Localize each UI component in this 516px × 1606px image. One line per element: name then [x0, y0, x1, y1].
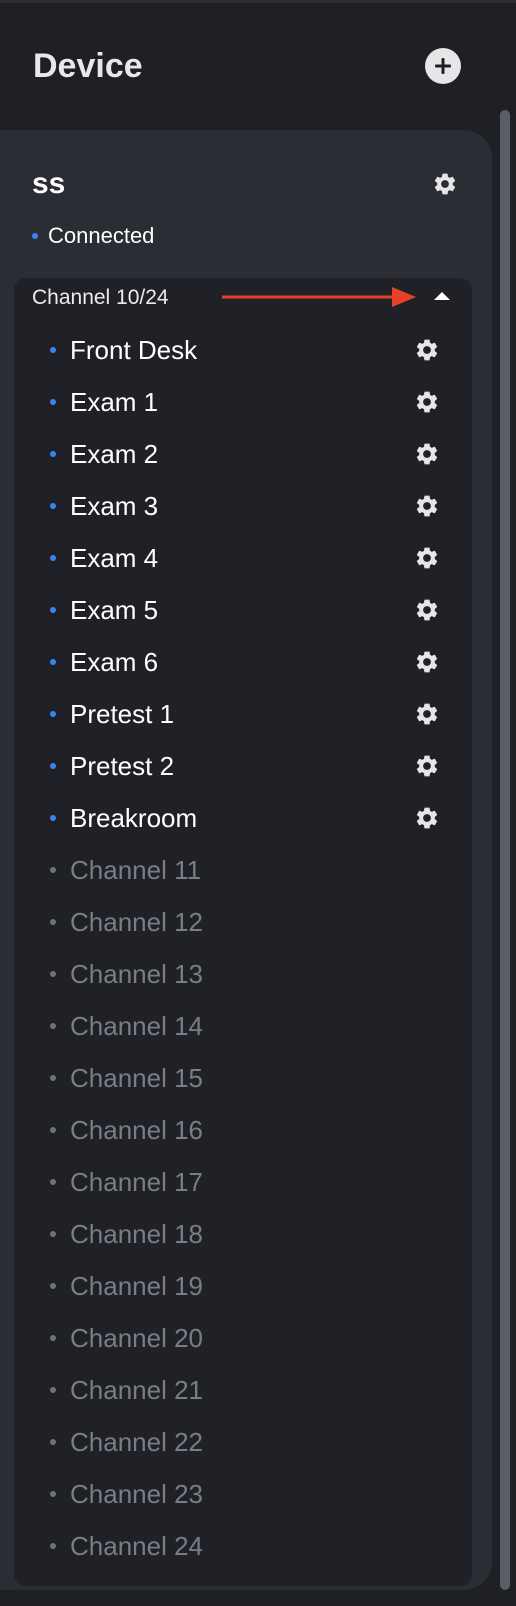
status-text: Connected: [48, 223, 155, 248]
scrollbar-thumb[interactable]: [500, 110, 510, 1590]
page-title: Device: [33, 47, 143, 85]
channel-status-dot: [50, 1179, 56, 1185]
channel-item[interactable]: Channel 14: [50, 1000, 450, 1052]
channel-status-dot: [50, 867, 56, 873]
channel-item[interactable]: Exam 6: [50, 636, 450, 688]
channel-item[interactable]: Channel 15: [50, 1052, 450, 1104]
channel-status-dot: [50, 1127, 56, 1133]
channel-settings-gear-icon[interactable]: [414, 337, 440, 363]
connection-status: Connected: [32, 222, 154, 250]
channel-settings-gear-icon[interactable]: [414, 753, 440, 779]
channel-label: Channel 22: [70, 1427, 203, 1457]
channel-item[interactable]: Channel 18: [50, 1208, 450, 1260]
channel-label: Exam 4: [70, 543, 159, 573]
channel-item[interactable]: Exam 1: [50, 376, 450, 428]
channel-label: Breakroom: [70, 803, 198, 833]
channel-settings-gear-icon[interactable]: [414, 597, 440, 623]
channel-status-dot: [50, 607, 56, 613]
channel-item[interactable]: Exam 3: [50, 480, 450, 532]
channel-label: Channel 11: [70, 855, 202, 885]
channel-label: Pretest 1: [70, 699, 175, 729]
channel-item[interactable]: Channel 20: [50, 1312, 450, 1364]
channel-item[interactable]: Channel 24: [50, 1520, 450, 1572]
channel-status-dot: [50, 399, 56, 405]
channel-status-dot: [50, 1387, 56, 1393]
channel-settings-gear-icon[interactable]: [414, 805, 440, 831]
channel-item[interactable]: Channel 17: [50, 1156, 450, 1208]
channel-item[interactable]: Exam 2: [50, 428, 450, 480]
channel-label: Channel 18: [70, 1219, 203, 1249]
status-dot: [32, 233, 38, 239]
channel-label: Channel 24: [70, 1531, 203, 1561]
channel-label: Exam 5: [70, 595, 159, 625]
channel-label: Exam 2: [70, 439, 159, 469]
channel-item[interactable]: Channel 21: [50, 1364, 450, 1416]
channel-item[interactable]: Channel 11: [50, 844, 450, 896]
channel-label: Channel 17: [70, 1167, 203, 1197]
channel-item[interactable]: Pretest 1: [50, 688, 450, 740]
channel-status-dot: [50, 1283, 56, 1289]
channel-settings-gear-icon[interactable]: [414, 701, 440, 727]
annotation-arrow-icon: [222, 287, 416, 307]
channel-status-dot: [50, 1543, 56, 1549]
channel-label: Channel 15: [70, 1063, 203, 1093]
channel-label: Exam 6: [70, 647, 159, 677]
channel-label: Channel 19: [70, 1271, 203, 1301]
channel-item[interactable]: Channel 22: [50, 1416, 450, 1468]
device-panel: Device ss Connected Channel 10/24 Front …: [0, 0, 516, 1606]
channel-item[interactable]: Channel 12: [50, 896, 450, 948]
device-name: ss: [32, 167, 66, 200]
channel-status-dot: [50, 659, 56, 665]
channel-status-dot: [50, 1335, 56, 1341]
channel-label: Pretest 2: [70, 751, 175, 781]
channel-settings-gear-icon[interactable]: [414, 649, 440, 675]
channel-item[interactable]: Pretest 2: [50, 740, 450, 792]
channel-status-dot: [50, 555, 56, 561]
channel-status-dot: [50, 971, 56, 977]
channel-status-dot: [50, 763, 56, 769]
channel-label: Channel 14: [70, 1011, 203, 1041]
channel-status-dot: [50, 1491, 56, 1497]
channel-label: Exam 1: [70, 387, 159, 417]
channel-status-dot: [50, 919, 56, 925]
channel-label: Exam 3: [70, 491, 159, 521]
channel-label: Channel 23: [70, 1479, 203, 1509]
top-divider: [0, 0, 516, 3]
channel-section-header[interactable]: Channel 10/24: [32, 282, 462, 314]
channel-label: Channel 20: [70, 1323, 203, 1353]
channel-label: Channel 12: [70, 907, 203, 937]
channel-item[interactable]: Breakroom: [50, 792, 450, 844]
channel-status-dot: [50, 347, 56, 353]
channel-status-dot: [50, 815, 56, 821]
channel-settings-gear-icon[interactable]: [414, 389, 440, 415]
channel-status-dot: [50, 503, 56, 509]
collapse-caret-icon[interactable]: [434, 292, 450, 300]
channel-label: Channel 13: [70, 959, 203, 989]
channel-item[interactable]: Channel 13: [50, 948, 450, 1000]
panel-header: Device: [33, 44, 473, 88]
channel-status-dot: [50, 451, 56, 457]
device-settings-gear-icon[interactable]: [432, 171, 458, 197]
channel-item[interactable]: Channel 19: [50, 1260, 450, 1312]
channel-list: Front Desk Exam 1 Exam 2 Exam 3 Exam 4 Exam 5…: [50, 324, 450, 1572]
channel-status-dot: [50, 1439, 56, 1445]
channel-count-label: Channel 10/24: [32, 286, 169, 309]
channel-status-dot: [50, 1023, 56, 1029]
channel-item[interactable]: Exam 5: [50, 584, 450, 636]
channel-status-dot: [50, 1231, 56, 1237]
channel-settings-gear-icon[interactable]: [414, 441, 440, 467]
channel-settings-gear-icon[interactable]: [414, 493, 440, 519]
add-device-button[interactable]: [425, 48, 461, 84]
channel-status-dot: [50, 1075, 56, 1081]
channel-item[interactable]: Exam 4: [50, 532, 450, 584]
channel-label: Channel 21: [70, 1375, 203, 1405]
channel-item[interactable]: Front Desk: [50, 324, 450, 376]
channel-item[interactable]: Channel 16: [50, 1104, 450, 1156]
channel-settings-gear-icon[interactable]: [414, 545, 440, 571]
channel-status-dot: [50, 711, 56, 717]
channel-label: Channel 16: [70, 1115, 203, 1145]
channel-label: Front Desk: [70, 335, 198, 365]
channel-item[interactable]: Channel 23: [50, 1468, 450, 1520]
plus-circle-icon: [435, 58, 451, 74]
